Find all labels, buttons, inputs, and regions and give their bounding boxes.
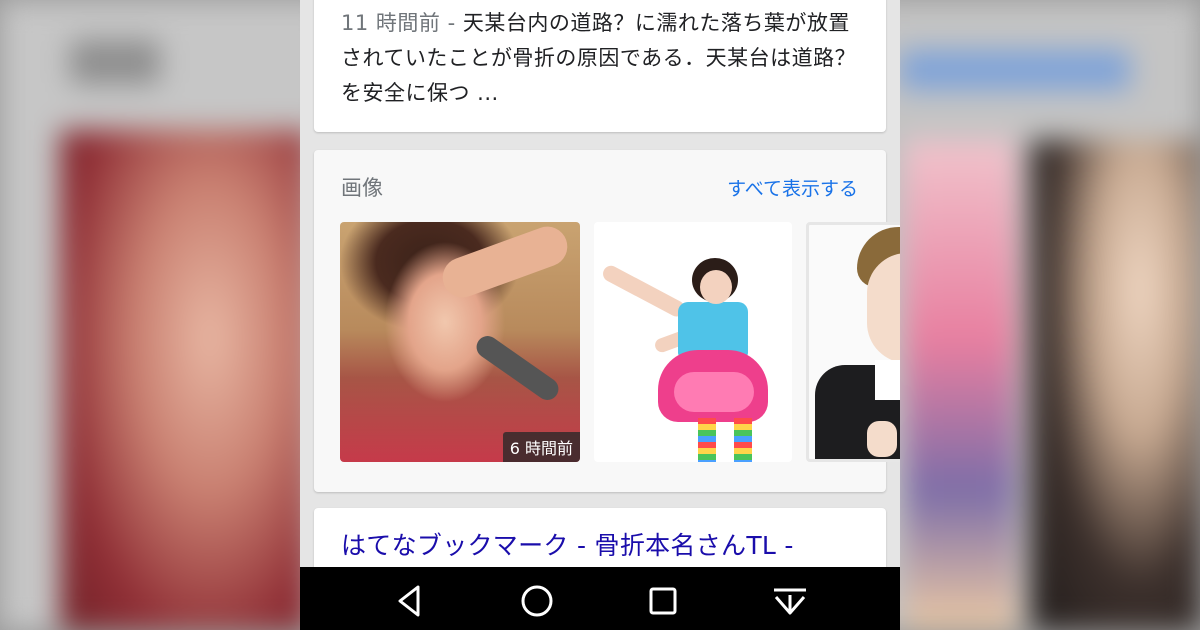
background-right-label bbox=[900, 50, 1130, 90]
snippet-timestamp: 11 時間前 - bbox=[341, 11, 463, 35]
background-left-label bbox=[70, 40, 160, 84]
dancer-leg-right-shape bbox=[734, 418, 752, 462]
home-icon[interactable] bbox=[517, 581, 557, 621]
dancer-top-shape bbox=[678, 302, 748, 357]
recent-apps-icon[interactable] bbox=[643, 581, 683, 621]
images-section-title: 画像 bbox=[341, 176, 383, 200]
image-thumbnail-2[interactable] bbox=[594, 222, 792, 462]
snippet-text-block: 11 時間前 - 天某台内の道路？に濡れた落ち葉が放置されていたことが骨折の原因… bbox=[341, 6, 866, 111]
thumbnail-time-badge: 6 時間前 bbox=[502, 432, 580, 462]
android-navigation-bar bbox=[300, 567, 900, 630]
colorful-costume-dancer-photo bbox=[600, 262, 688, 320]
image-thumbnail-3[interactable] bbox=[806, 222, 900, 462]
background-left-photo bbox=[60, 130, 310, 630]
result-title-link[interactable]: はてなブックマーク - 骨折本名さんTL - bbox=[341, 526, 794, 562]
images-section-card: 画像 すべて表示する 6 時間前 bbox=[314, 150, 900, 492]
hide-nav-icon[interactable] bbox=[770, 581, 810, 621]
image-thumbnail-1[interactable]: 6 時間前 bbox=[340, 222, 580, 462]
phone-screen: 11 時間前 - 天某台内の道路？に濡れた落ち葉が放置されていたことが骨折の原因… bbox=[300, 0, 900, 630]
show-all-images-link[interactable]: すべて表示する bbox=[727, 174, 858, 201]
search-result-snippet-card[interactable]: 11 時間前 - 天某台内の道路？に濡れた落ち葉が放置されていたことが骨折の原因… bbox=[314, 0, 886, 132]
singer-with-microphone-photo bbox=[437, 222, 573, 304]
person-shirt-shape bbox=[875, 360, 900, 400]
dancer-face-shape bbox=[700, 270, 732, 304]
microphone-shape bbox=[472, 331, 563, 405]
person-hand-shape bbox=[867, 421, 897, 457]
background-right-photo-a bbox=[905, 140, 1015, 630]
background-right-photo-b bbox=[1030, 140, 1200, 630]
dancer-skirt-inner-shape bbox=[674, 372, 754, 412]
dancer-leg-left-shape bbox=[698, 418, 716, 462]
back-icon[interactable] bbox=[391, 581, 431, 621]
